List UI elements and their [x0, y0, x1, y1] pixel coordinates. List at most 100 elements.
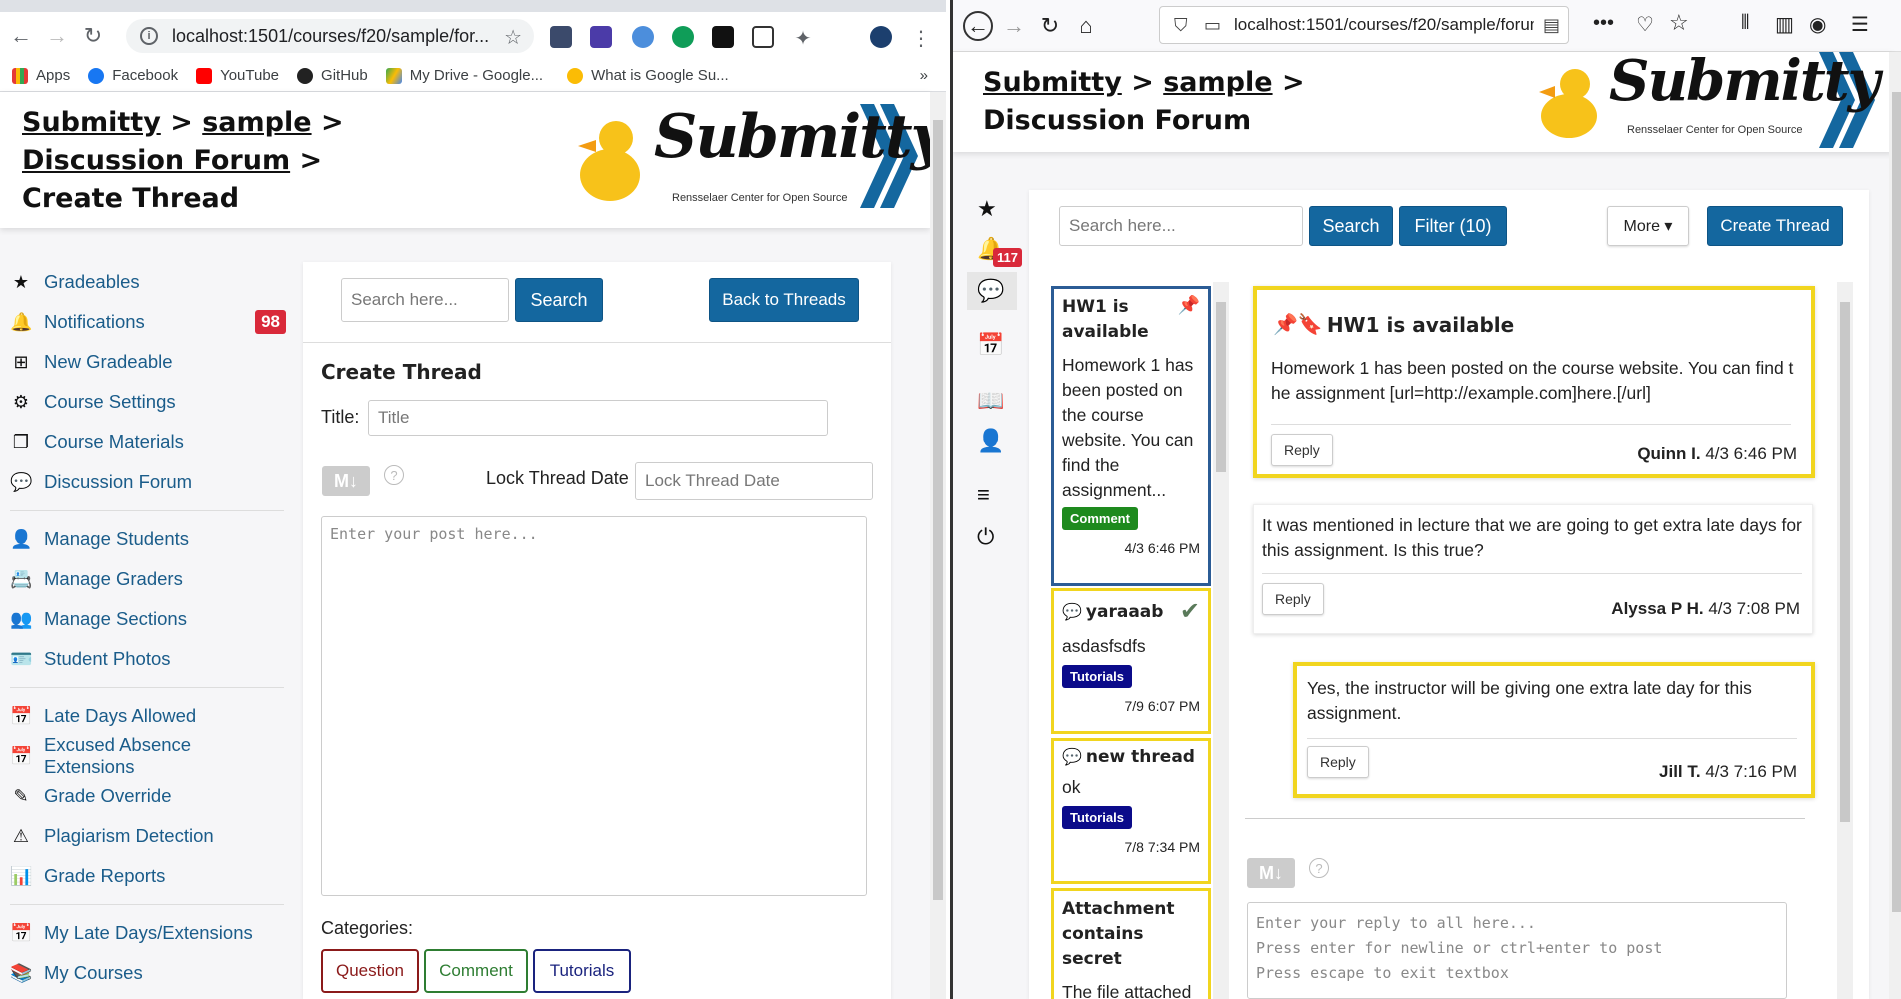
info-icon[interactable]: i: [140, 27, 158, 45]
user-icon[interactable]: 👤: [977, 428, 1004, 454]
search-button[interactable]: Search: [515, 278, 603, 322]
avatar[interactable]: [870, 26, 892, 48]
comments-icon[interactable]: 💬: [977, 278, 1004, 304]
library-icon[interactable]: ⫴: [1741, 12, 1749, 35]
bookmark-icon[interactable]: 🔖: [1298, 312, 1323, 337]
extension-icon[interactable]: [672, 26, 694, 48]
search-input[interactable]: Search here...: [1059, 206, 1303, 246]
sidebar-item-gradeables[interactable]: ★ Gradeables: [10, 262, 286, 302]
address-bar[interactable]: ⛉ ▭ localhost:1501/courses/f20/sample/fo…: [1159, 6, 1569, 44]
sidebar-item-grade-reports[interactable]: 📊 Grade Reports: [10, 856, 286, 896]
category-question-button[interactable]: Question: [321, 949, 419, 993]
calendar-icon[interactable]: 📅: [977, 332, 1004, 358]
markdown-toggle-icon[interactable]: M↓: [1247, 858, 1295, 888]
thread-list-scrollbar[interactable]: [1213, 282, 1229, 999]
sidebar-item-late-days-allowed[interactable]: 📅 Late Days Allowed: [10, 696, 286, 736]
reply-button[interactable]: Reply: [1271, 434, 1333, 466]
more-dropdown[interactable]: More ▾: [1607, 206, 1689, 246]
reply-button[interactable]: Reply: [1262, 583, 1324, 615]
scrollbar-thumb[interactable]: [1216, 302, 1226, 472]
menu-dots-icon[interactable]: ⋮: [910, 26, 932, 50]
puzzle-icon[interactable]: ✦: [792, 26, 814, 50]
sidebar-item-excused-absence-extensions[interactable]: 📅 Excused Absence Extensions: [10, 734, 286, 777]
bookmark-apps[interactable]: Apps: [12, 67, 70, 84]
breadcrumb-sample-link[interactable]: sample: [202, 107, 311, 138]
home-icon[interactable]: ⌂: [1071, 11, 1101, 41]
forward-icon[interactable]: →: [999, 11, 1029, 41]
thread-card[interactable]: 💬 new thread ok Tutorials 7/8 7:34 PM: [1051, 738, 1211, 884]
hamburger-menu-icon[interactable]: ☰: [1851, 12, 1869, 37]
scrollbar[interactable]: [930, 92, 946, 999]
star-icon[interactable]: ★: [977, 196, 997, 222]
sidebar-item-student-photos[interactable]: 🪪 Student Photos: [10, 639, 286, 679]
submitty-logo[interactable]: Submitty Rensselaer Center for Open Sour…: [578, 100, 945, 218]
sidebar-item-new-gradeable[interactable]: ⊞ New Gradeable: [10, 342, 286, 382]
sidebar-item-my-late-days-extensions[interactable]: 📅 My Late Days/Extensions: [10, 913, 286, 953]
category-comment-button[interactable]: Comment: [424, 949, 528, 993]
reply-textarea[interactable]: Enter your reply to all here... Press en…: [1247, 902, 1787, 999]
sidebar-item-my-courses[interactable]: 📚 My Courses: [10, 953, 286, 993]
thread-card[interactable]: Attachment contains secret The file atta…: [1051, 888, 1211, 999]
sidebar-item-course-settings[interactable]: ⚙ Course Settings: [10, 382, 286, 422]
scrollbar-thumb[interactable]: [1892, 92, 1901, 912]
forward-icon[interactable]: →: [42, 21, 72, 51]
search-input[interactable]: Search here...: [341, 278, 509, 322]
address-bar[interactable]: i localhost:1501/courses/f20/sample/for.…: [126, 19, 534, 53]
post-textarea[interactable]: Enter your post here...: [321, 516, 867, 896]
posts-scrollbar[interactable]: [1837, 282, 1853, 999]
back-to-threads-button[interactable]: Back to Threads: [709, 278, 859, 322]
reload-icon[interactable]: ↻: [1035, 11, 1065, 41]
bars-icon[interactable]: ≡: [977, 482, 990, 508]
scrollbar-thumb[interactable]: [933, 120, 943, 900]
power-icon[interactable]: ⏻: [977, 524, 994, 550]
bookmark-google-suite[interactable]: What is Google Su...: [567, 67, 729, 84]
shield-icon[interactable]: ⛉: [1174, 15, 1188, 36]
sidebar-item-notifications[interactable]: 🔔 Notifications 98: [10, 302, 286, 342]
help-icon[interactable]: ?: [1309, 858, 1329, 878]
filter-button[interactable]: Filter (10): [1399, 206, 1507, 246]
sidebar-item-manage-sections[interactable]: 👥 Manage Sections: [10, 599, 286, 639]
scrollbar[interactable]: [1889, 52, 1901, 999]
reload-icon[interactable]: ↻: [78, 21, 108, 51]
back-icon[interactable]: ←: [6, 21, 36, 51]
back-icon[interactable]: ←: [963, 10, 993, 41]
submitty-logo[interactable]: Submitty Rensselaer Center for Open Sour…: [1537, 48, 1887, 152]
bookmark-facebook[interactable]: Facebook: [88, 67, 178, 84]
thread-card[interactable]: HW1 is available 📌 Homework 1 has been po…: [1051, 286, 1211, 586]
sidebar-item-grade-override[interactable]: ✎ Grade Override: [10, 776, 286, 816]
reply-button[interactable]: Reply: [1307, 746, 1369, 778]
sidebar-item-manage-graders[interactable]: 📇 Manage Graders: [10, 559, 286, 599]
extension-icon[interactable]: [590, 26, 612, 48]
reader-icon[interactable]: ▤: [1543, 15, 1560, 36]
bookmarks-overflow-button[interactable]: »: [920, 67, 928, 84]
extension-icon[interactable]: [550, 26, 572, 48]
title-input[interactable]: Title: [368, 400, 828, 436]
category-tutorials-button[interactable]: Tutorials: [533, 949, 631, 993]
bookmark-youtube[interactable]: YouTube: [196, 67, 279, 84]
account-icon[interactable]: ◉: [1809, 12, 1826, 37]
bookmark-github[interactable]: GitHub: [297, 67, 368, 84]
breadcrumb-submitty-link[interactable]: Submitty: [983, 67, 1122, 98]
sidebar-item-discussion-forum[interactable]: 💬 Discussion Forum: [10, 462, 286, 502]
sidebar-item-plagiarism-detection[interactable]: ⚠ Plagiarism Detection: [10, 816, 286, 856]
sidebar-icon[interactable]: ▥: [1775, 12, 1794, 37]
create-thread-button[interactable]: Create Thread: [1707, 206, 1843, 246]
breadcrumb-sample-link[interactable]: sample: [1163, 67, 1272, 98]
help-icon[interactable]: ?: [384, 465, 404, 485]
sidebar-item-manage-students[interactable]: 👤 Manage Students: [10, 519, 286, 559]
extension-icon[interactable]: [632, 26, 654, 48]
markdown-toggle-icon[interactable]: M↓: [322, 466, 370, 496]
menu-dots-icon[interactable]: •••: [1593, 12, 1614, 35]
scrollbar-thumb[interactable]: [1840, 302, 1850, 822]
extension-icon[interactable]: [712, 26, 734, 48]
lock-thread-date-input[interactable]: Lock Thread Date: [635, 462, 873, 500]
breadcrumb-submitty-link[interactable]: Submitty: [22, 107, 161, 138]
bookmark-star-icon[interactable]: ☆: [1669, 10, 1689, 36]
book-reader-icon[interactable]: 📖: [977, 388, 1004, 414]
pocket-icon[interactable]: ♡: [1636, 12, 1654, 37]
search-button[interactable]: Search: [1309, 206, 1393, 246]
bookmark-my-drive[interactable]: My Drive - Google...: [385, 67, 543, 84]
breadcrumb-forum-link[interactable]: Discussion Forum: [22, 145, 290, 176]
extension-icon[interactable]: [752, 26, 774, 48]
bookmark-star-icon[interactable]: ☆: [504, 25, 522, 50]
